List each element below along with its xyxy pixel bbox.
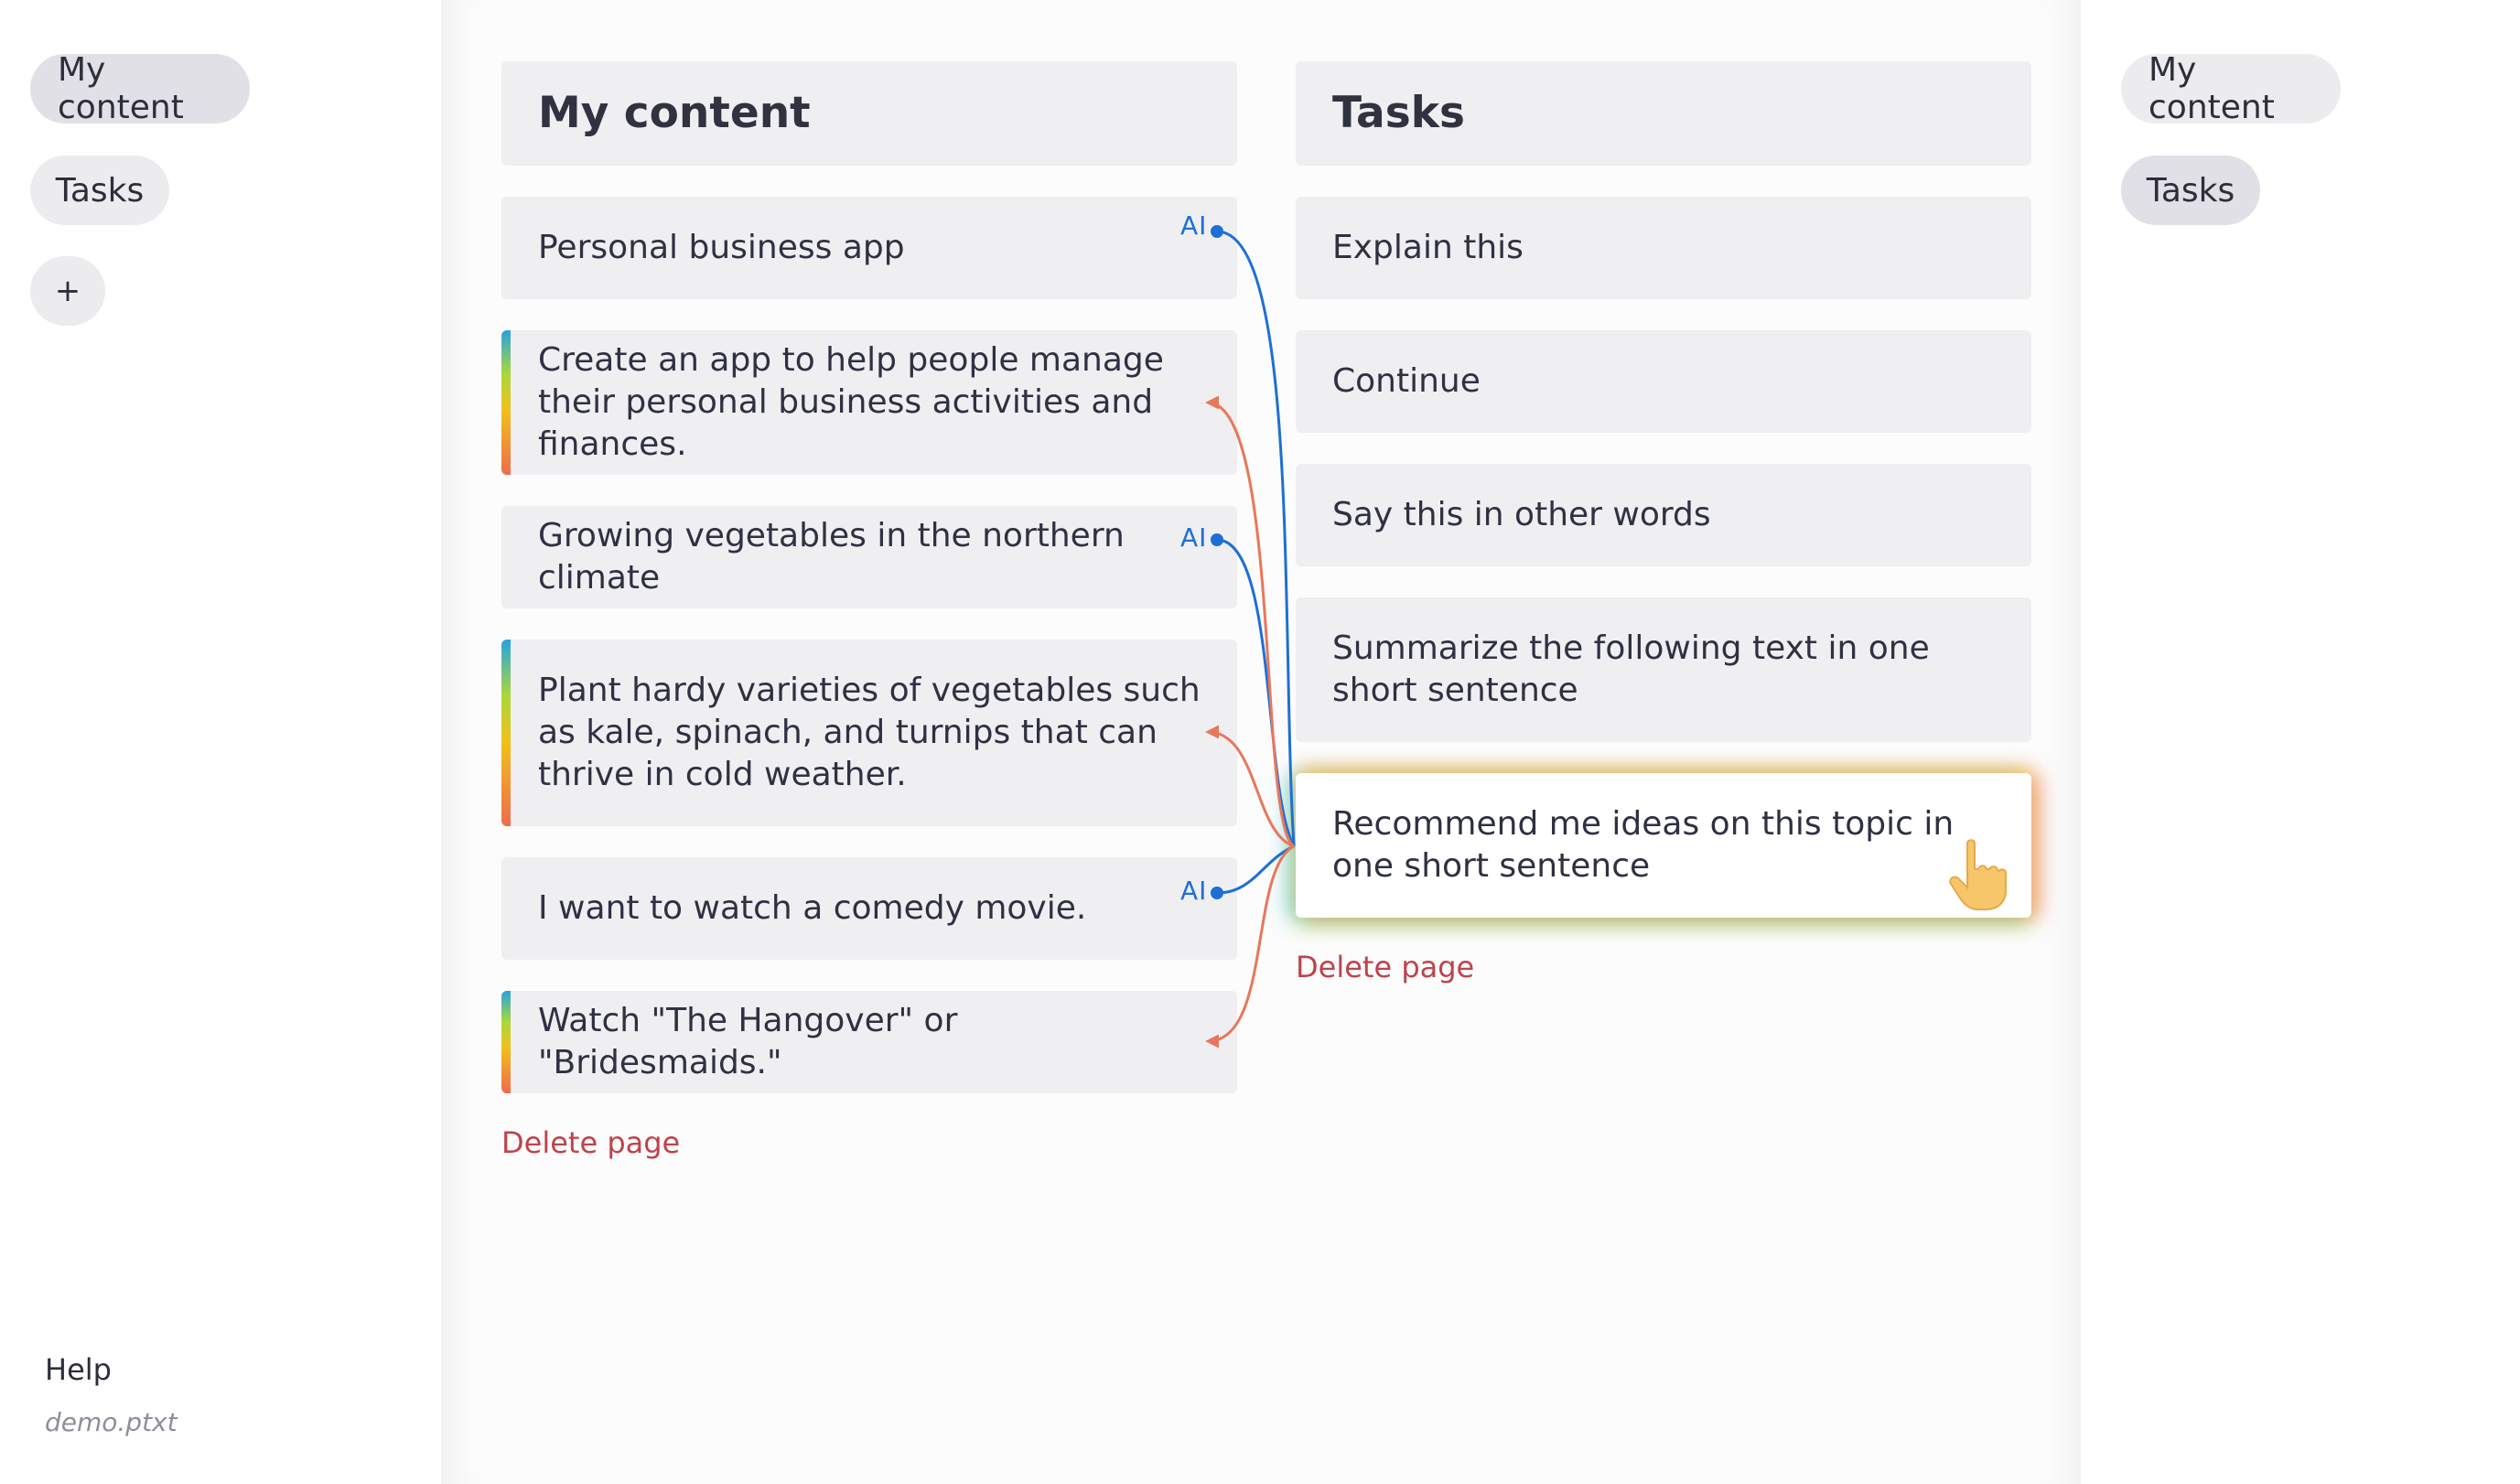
ai-link-label: AI bbox=[1180, 876, 1208, 906]
content-card-response[interactable]: Watch "The Hangover" or "Bridesmaids." bbox=[501, 991, 1237, 1093]
card-text: Personal business app bbox=[538, 229, 905, 266]
filename-label: demo.ptxt bbox=[45, 1407, 178, 1437]
task-card[interactable]: Continue bbox=[1296, 330, 2031, 433]
left-nav-tasks[interactable]: Tasks bbox=[30, 156, 169, 225]
content-card-prompt[interactable]: Growing vegetables in the northern clima… bbox=[501, 506, 1237, 608]
right-nav-tasks[interactable]: Tasks bbox=[2121, 156, 2260, 225]
card-text: Explain this bbox=[1332, 229, 1524, 266]
content-delete-page-button[interactable]: Delete page bbox=[501, 1125, 680, 1160]
content-page-title: My content bbox=[501, 61, 1237, 166]
card-text: Recommend me ideas on this topic in one … bbox=[1332, 805, 1955, 885]
right-nav-my-content[interactable]: My content bbox=[2121, 51, 2341, 126]
content-card-prompt[interactable]: Personal business app bbox=[501, 197, 1237, 299]
card-text: Create an app to help people manage thei… bbox=[538, 341, 1164, 463]
left-sidebar: My content Tasks + Help demo.ptxt bbox=[0, 0, 441, 1484]
left-nav-my-content[interactable]: My content bbox=[30, 51, 250, 126]
tasks-delete-page-button[interactable]: Delete page bbox=[1296, 950, 1474, 984]
card-text: Growing vegetables in the northern clima… bbox=[538, 517, 1125, 597]
help-link[interactable]: Help bbox=[45, 1352, 112, 1387]
tasks-page-title: Tasks bbox=[1296, 61, 2031, 166]
pointing-hand-icon bbox=[1949, 839, 2007, 910]
ai-link-label: AI bbox=[1180, 210, 1208, 241]
card-text: Watch "The Hangover" or "Bridesmaids." bbox=[538, 1002, 958, 1081]
task-card[interactable]: Explain this bbox=[1296, 197, 2031, 299]
card-text: I want to watch a comedy movie. bbox=[538, 889, 1087, 927]
card-text: Continue bbox=[1332, 362, 1481, 400]
content-card-prompt[interactable]: I want to watch a comedy movie. bbox=[501, 857, 1237, 960]
task-card-selected[interactable]: Recommend me ideas on this topic in one … bbox=[1296, 773, 2031, 918]
content-card-response[interactable]: Plant hardy varieties of vegetables such… bbox=[501, 640, 1237, 826]
task-card[interactable]: Say this in other words bbox=[1296, 464, 2031, 566]
add-page-button[interactable]: + bbox=[30, 256, 105, 326]
task-card[interactable]: Summarize the following text in one shor… bbox=[1296, 597, 2031, 742]
right-sidebar: My content Tasks bbox=[2081, 0, 2520, 1484]
ai-link-label: AI bbox=[1180, 522, 1208, 553]
card-text: Plant hardy varieties of vegetables such… bbox=[538, 672, 1201, 793]
content-card-response[interactable]: Create an app to help people manage thei… bbox=[501, 330, 1237, 475]
card-text: Say this in other words bbox=[1332, 496, 1711, 533]
card-text: Summarize the following text in one shor… bbox=[1332, 629, 1930, 709]
